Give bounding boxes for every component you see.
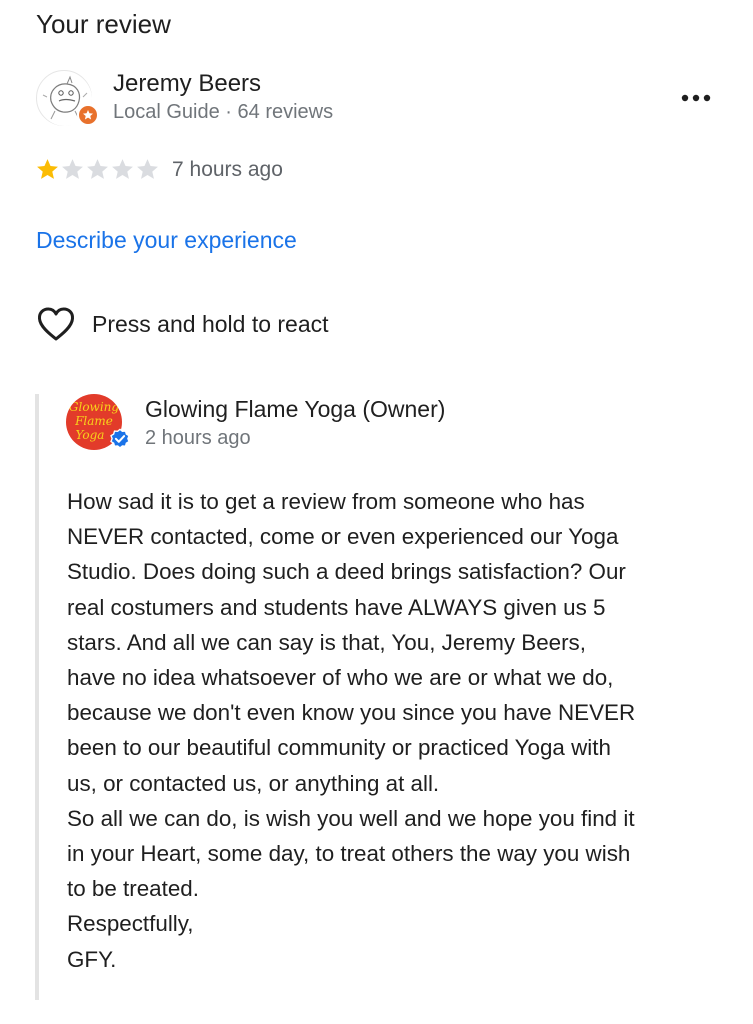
reply-line: How sad it is to get a review from someo… xyxy=(67,489,585,514)
reply-line: Studio. Does doing such a deed brings sa… xyxy=(67,559,626,585)
local-guide-star-icon xyxy=(83,110,93,120)
verified-check-icon xyxy=(110,428,130,449)
local-guide-badge xyxy=(77,104,99,126)
reply-line: to be treated. xyxy=(67,876,199,902)
owner-reply-body: How sad it is to get a review from someo… xyxy=(67,484,737,977)
owner-name[interactable]: Glowing Flame Yoga (Owner) xyxy=(145,394,445,424)
logo-word-3: Yoga xyxy=(76,428,105,442)
reply-line: in your Heart, some day, to treat others… xyxy=(67,841,631,867)
heart-outline-icon xyxy=(37,307,75,341)
star-empty-icon xyxy=(87,159,108,179)
logo-word-1: Glowing xyxy=(69,400,119,414)
star-empty-icon xyxy=(62,159,83,179)
star-empty-icon xyxy=(137,159,158,179)
react-label: Press and hold to react xyxy=(92,311,329,337)
star-empty-icon xyxy=(112,159,133,179)
section-title: Your review xyxy=(36,9,171,39)
more-horizontal-icon xyxy=(681,94,711,102)
describe-experience-link[interactable]: Describe your experience xyxy=(36,225,297,255)
reply-line: because we don't even know you since you… xyxy=(67,700,636,726)
reply-line: So all we can do, is wish you well and w… xyxy=(67,805,635,831)
reply-line: real costumers and students have ALWAYS … xyxy=(67,594,606,620)
react-button[interactable]: Press and hold to react xyxy=(36,306,329,342)
reply-line: have no idea whatsoever of who we are or… xyxy=(67,665,614,691)
reply-indent-bar xyxy=(35,394,39,1000)
reviewer-meta: Local Guide · 64 reviews xyxy=(113,101,334,123)
owner-reply-time: 2 hours ago xyxy=(145,427,251,449)
reply-line: Respectfully, xyxy=(67,911,194,937)
star-filled-icon xyxy=(37,159,58,179)
star-rating xyxy=(35,157,160,182)
reviewer-name[interactable]: Jeremy Beers xyxy=(113,68,261,100)
reply-line: stars. And all we can say is that, You, … xyxy=(67,629,586,655)
reply-line: us, or contacted us, or anything at all. xyxy=(67,770,440,796)
reply-line: NEVER contacted, come or even experience… xyxy=(67,524,619,550)
reply-line: GFY. xyxy=(67,946,117,972)
reply-line: been to our beautiful community or pract… xyxy=(67,735,611,761)
review-time: 7 hours ago xyxy=(172,158,283,181)
more-options-button[interactable] xyxy=(676,84,716,112)
logo-word-2: Flame xyxy=(74,414,113,428)
